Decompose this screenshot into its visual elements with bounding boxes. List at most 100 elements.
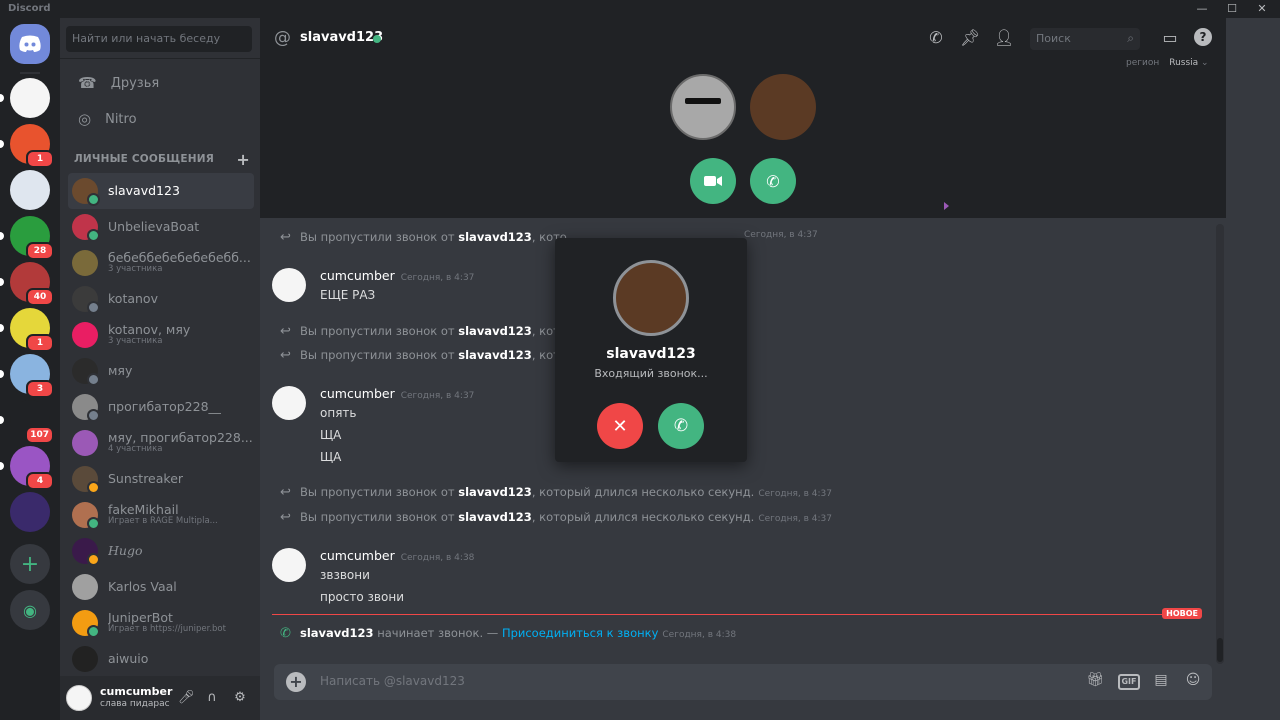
user-name: cumcumber [100,685,173,698]
plus-icon: + [20,551,40,577]
dm-item[interactable]: мяу [68,353,254,389]
dm-name: fakeMikhail [108,502,179,517]
settings-gear-icon[interactable]: ⚙ [232,690,248,706]
join-call-link[interactable]: Присоединиться к звонку [502,626,658,640]
friends-label: Друзья [110,75,160,91]
nitro-icon: ◎ [78,110,92,128]
author-avatar[interactable] [272,548,306,582]
explore-servers-button[interactable]: ◉ [10,590,50,630]
timestamp: Сегодня, в 4:38 [662,630,737,640]
missed-call-suffix: , который длился несколько секунд. [531,510,755,524]
message-text: ЕЩЕ РАЗ [320,288,376,302]
dm-item[interactable]: мяу, прогибатор228... 4 участника [68,425,254,461]
dm-subtitle: 3 участника [108,264,163,275]
region-value: Russia [1169,58,1199,68]
server-icon[interactable]: 3 [0,354,54,398]
avatar [72,358,100,386]
missed-call-user[interactable]: slavavd123 [458,324,532,338]
dm-item[interactable]: прогибатор228__ [68,389,254,425]
timestamp: Сегодня, в 4:38 [400,553,475,563]
timestamp: Сегодня, в 4:37 [758,514,832,524]
friends-nav[interactable]: ☎ Друзья [68,66,252,100]
divider [60,58,260,59]
server-icon[interactable]: 40 [0,262,54,306]
inbox-icon[interactable]: ▭ [1160,28,1180,48]
server-icon[interactable]: 4 [0,446,54,490]
emoji-icon[interactable]: ☺ [1182,672,1204,692]
video-call-button[interactable] [690,158,736,204]
accept-call-button[interactable]: ✆ [658,403,704,449]
timestamp: Сегодня, в 4:37 [744,230,818,240]
pin-icon[interactable]: 📌︎ [960,28,980,48]
user-avatar[interactable] [66,685,92,711]
microphone-icon[interactable]: 🎤︎ [178,690,195,706]
server-icon[interactable]: 1 [0,124,54,168]
maximize-icon[interactable]: ☐ [1224,1,1240,17]
dm-item[interactable]: kotanov, мяу 3 участника [68,317,254,353]
dm-item[interactable]: JuniperBot Играет в https://juniper.bot [68,605,254,641]
missed-call-user[interactable]: slavavd123 [458,510,532,524]
message-scrollbar[interactable] [1216,224,1224,664]
phone-icon: ✆ [280,626,291,641]
author-name[interactable]: cumcumber [320,268,395,283]
gif-button[interactable]: GIF [1118,674,1140,690]
caller-name[interactable]: slavavd123 [300,626,374,640]
dm-item[interactable]: бебеббебебебебебб... 3 участника [68,245,254,281]
missed-call-text: Вы пропустили звонок от [300,230,455,244]
create-dm-plus-icon[interactable]: + [236,150,250,169]
dm-subtitle: Играет в https://juniper.bot [108,624,226,635]
author-avatar[interactable] [272,268,306,302]
dm-item[interactable]: Karlos Vaal [68,569,254,605]
sticker-icon[interactable]: ▤ [1150,672,1172,692]
title-bar: Discord — ☐ ✕ [0,0,1280,18]
dm-name: мяу, прогибатор228... [108,430,253,445]
missed-call-user[interactable]: slavavd123 [458,485,532,499]
message-composer[interactable]: + Написать @slavavd123 🎁︎ GIF ▤ ☺ [274,664,1212,700]
dm-item[interactable]: Hugo [68,533,254,569]
dm-item[interactable]: kotanov [68,281,254,317]
search-input[interactable]: Поиск ⌕ [1030,28,1140,50]
decline-call-button[interactable]: ✕ [597,403,643,449]
gift-icon[interactable]: 🎁︎ [1084,672,1106,692]
author-name[interactable]: cumcumber [320,386,395,401]
dm-item[interactable]: aiwuio [68,641,254,677]
author-name[interactable]: cumcumber [320,548,395,563]
dm-header-label: ЛИЧНЫЕ СООБЩЕНИЯ [74,153,215,165]
avatar [72,646,98,672]
home-button[interactable] [10,24,50,64]
server-icon[interactable] [10,170,50,210]
add-friend-icon[interactable]: 👤︎ [994,28,1014,48]
at-icon: @ [274,28,291,48]
avatar [72,466,100,494]
missed-call-user[interactable]: slavavd123 [458,348,532,362]
server-icon[interactable] [0,78,50,118]
dm-name: kotanov [108,291,158,306]
dm-name: бебеббебебебебебб... [108,250,251,265]
main-area: @ slavavd123 ✆ 📌︎ 👤︎ Поиск ⌕ ▭ ? регион R… [260,18,1280,720]
add-server-button[interactable]: + [10,544,50,584]
search-dm-input[interactable]: Найти или начать беседу [66,26,252,52]
dm-item[interactable]: UnbelievaBoat [68,209,254,245]
server-icon[interactable] [10,492,50,532]
minimize-icon[interactable]: — [1194,1,1210,17]
server-icon[interactable]: 1 [0,308,54,352]
avatar [72,502,100,530]
nitro-nav[interactable]: ◎ Nitro [68,102,252,136]
author-avatar[interactable] [272,386,306,420]
add-attachment-icon[interactable]: + [286,672,306,692]
headphones-icon[interactable]: ∩ [204,690,220,706]
voice-call-button[interactable]: ✆ [750,158,796,204]
server-icon[interactable]: 28 [0,216,54,260]
region-selector[interactable]: регион Russia ⌄ [1126,58,1209,68]
server-icon[interactable]: 107 [0,400,54,444]
dm-item[interactable]: Sunstreaker [68,461,254,497]
help-icon[interactable]: ? [1194,28,1212,46]
caller-avatar [613,260,689,336]
call-icon[interactable]: ✆ [926,28,946,48]
close-icon[interactable]: ✕ [1254,1,1270,17]
missed-call-user[interactable]: slavavd123 [458,230,532,244]
dm-item[interactable]: slavavd123 [68,173,254,209]
dm-item[interactable]: fakeMikhail Играет в RAGE Multipla... [68,497,254,533]
user-status: слава пидарас [100,699,170,709]
avatar [72,178,100,206]
